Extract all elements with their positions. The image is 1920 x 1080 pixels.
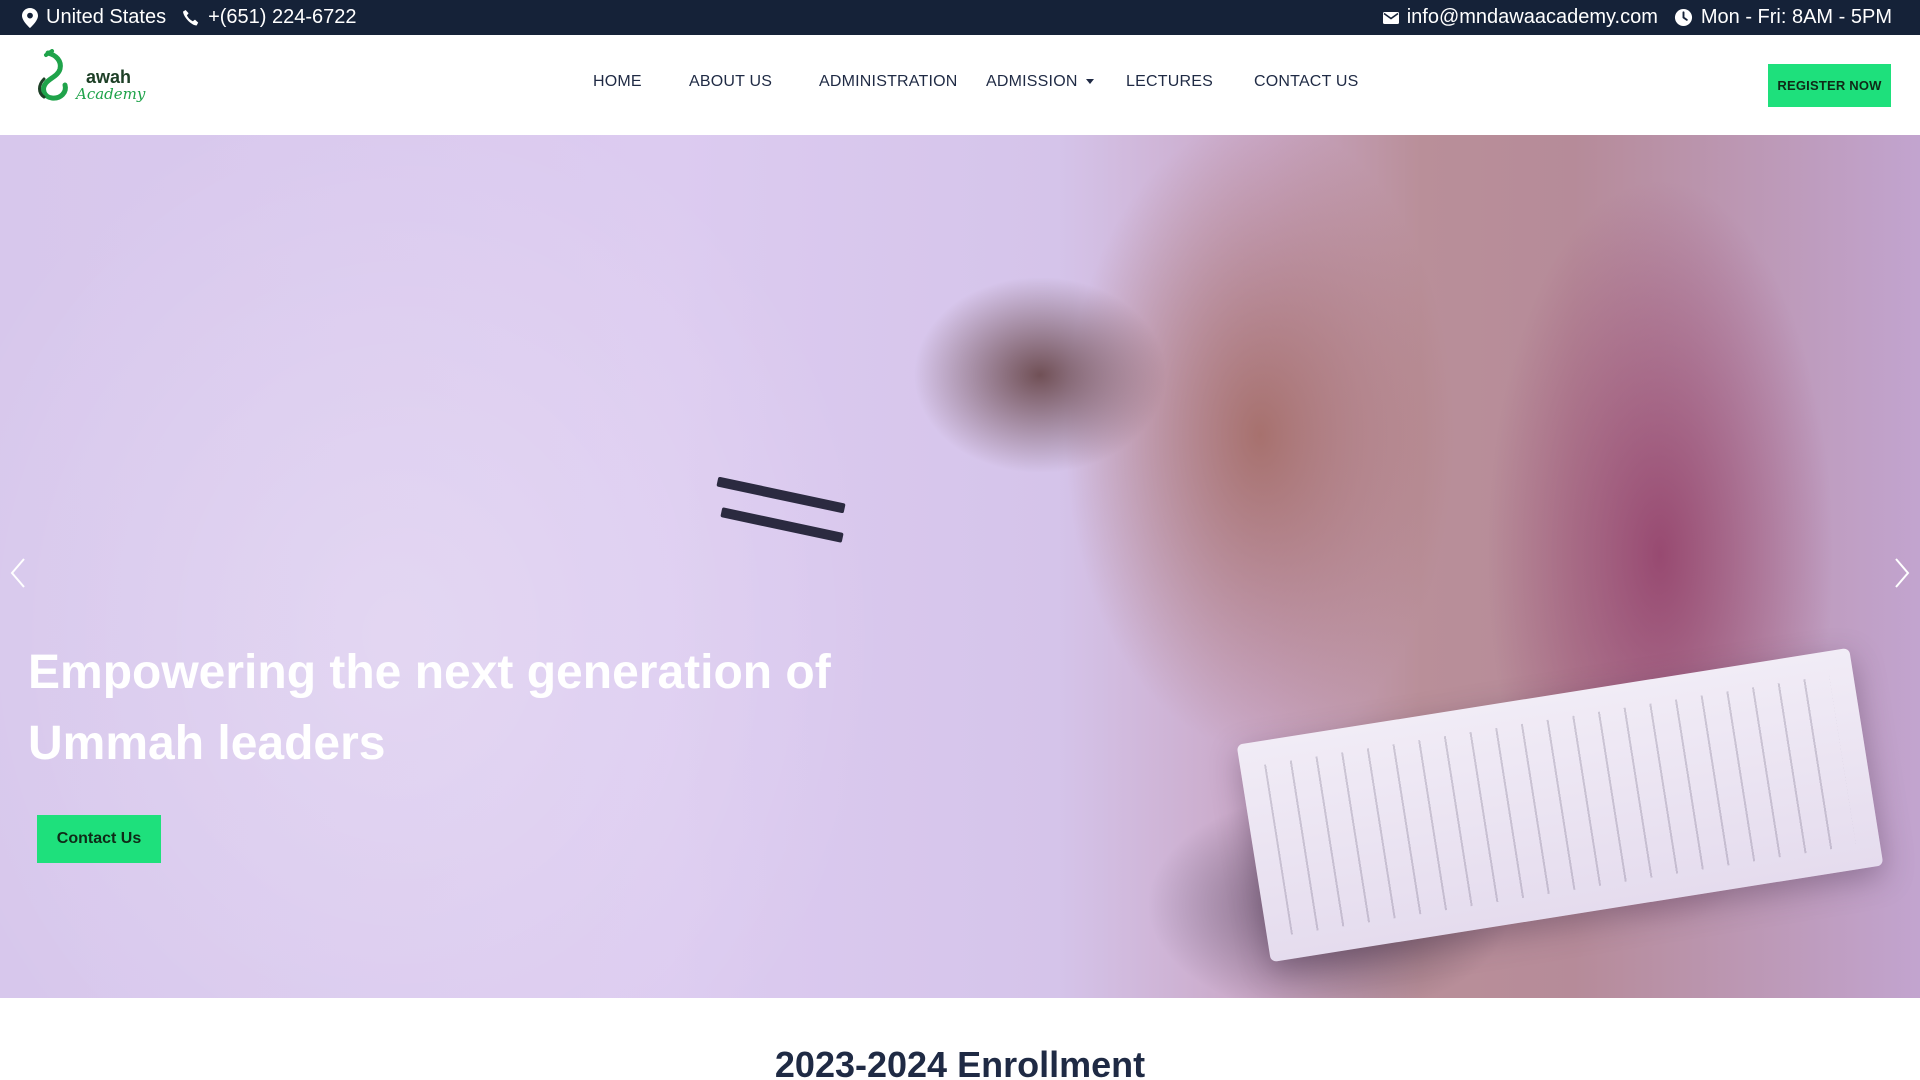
nav-admission-label: ADMISSION bbox=[986, 73, 1078, 90]
top-info-left: United States +(651) 224-6722 bbox=[22, 6, 357, 29]
chevron-left-icon bbox=[10, 558, 25, 588]
top-info-right: info@mndawaacademy.com Mon - Fri: 8AM - … bbox=[1382, 6, 1892, 29]
hero-title: Empowering the next generation of Ummah … bbox=[28, 646, 831, 770]
email-text[interactable]: info@mndawaacademy.com bbox=[1407, 6, 1658, 29]
register-now-button[interactable]: REGISTER NOW bbox=[1768, 64, 1891, 107]
phone-info[interactable]: +(651) 224-6722 bbox=[182, 6, 357, 29]
location-pin-icon bbox=[22, 7, 38, 28]
slider-prev-button[interactable] bbox=[6, 553, 30, 593]
top-info-bar: United States +(651) 224-6722 info@mndaw… bbox=[0, 0, 1920, 35]
email-info[interactable]: info@mndawaacademy.com bbox=[1382, 6, 1658, 29]
phone-text[interactable]: +(651) 224-6722 bbox=[208, 6, 356, 29]
nav-contact-us[interactable]: CONTACT US bbox=[1254, 73, 1359, 91]
nav-administration[interactable]: ADMINISTRATION bbox=[819, 73, 958, 91]
contact-us-button[interactable]: Contact Us bbox=[37, 815, 161, 863]
nav-home[interactable]: HOME bbox=[593, 73, 642, 91]
nav-admission[interactable]: ADMISSION bbox=[986, 73, 1094, 91]
site-header: awah Academy HOME ABOUT US ADMINISTRATIO… bbox=[0, 35, 1920, 135]
nav-about-us[interactable]: ABOUT US bbox=[689, 73, 772, 91]
quran-book-image bbox=[1236, 647, 1884, 963]
nav-lectures[interactable]: LECTURES bbox=[1126, 73, 1213, 91]
chevron-right-icon bbox=[1895, 558, 1910, 588]
main-nav: HOME ABOUT US ADMINISTRATION ADMISSION L… bbox=[0, 35, 1920, 135]
phone-icon bbox=[182, 9, 200, 27]
location-info: United States bbox=[22, 6, 166, 29]
hours-text: Mon - Fri: 8AM - 5PM bbox=[1700, 6, 1892, 28]
caret-down-icon bbox=[1085, 79, 1094, 85]
location-text: United States bbox=[46, 6, 167, 28]
email-icon bbox=[1382, 11, 1399, 24]
hero-slider: Empowering the next generation of Ummah … bbox=[0, 135, 1920, 998]
enrollment-section-title: 2023-2024 Enrollment bbox=[774, 1044, 1146, 1080]
hours-info: Mon - Fri: 8AM - 5PM bbox=[1674, 6, 1892, 29]
slider-next-button[interactable] bbox=[1890, 553, 1914, 593]
clock-icon bbox=[1674, 8, 1693, 27]
hero-image-highlight bbox=[0, 135, 1200, 998]
